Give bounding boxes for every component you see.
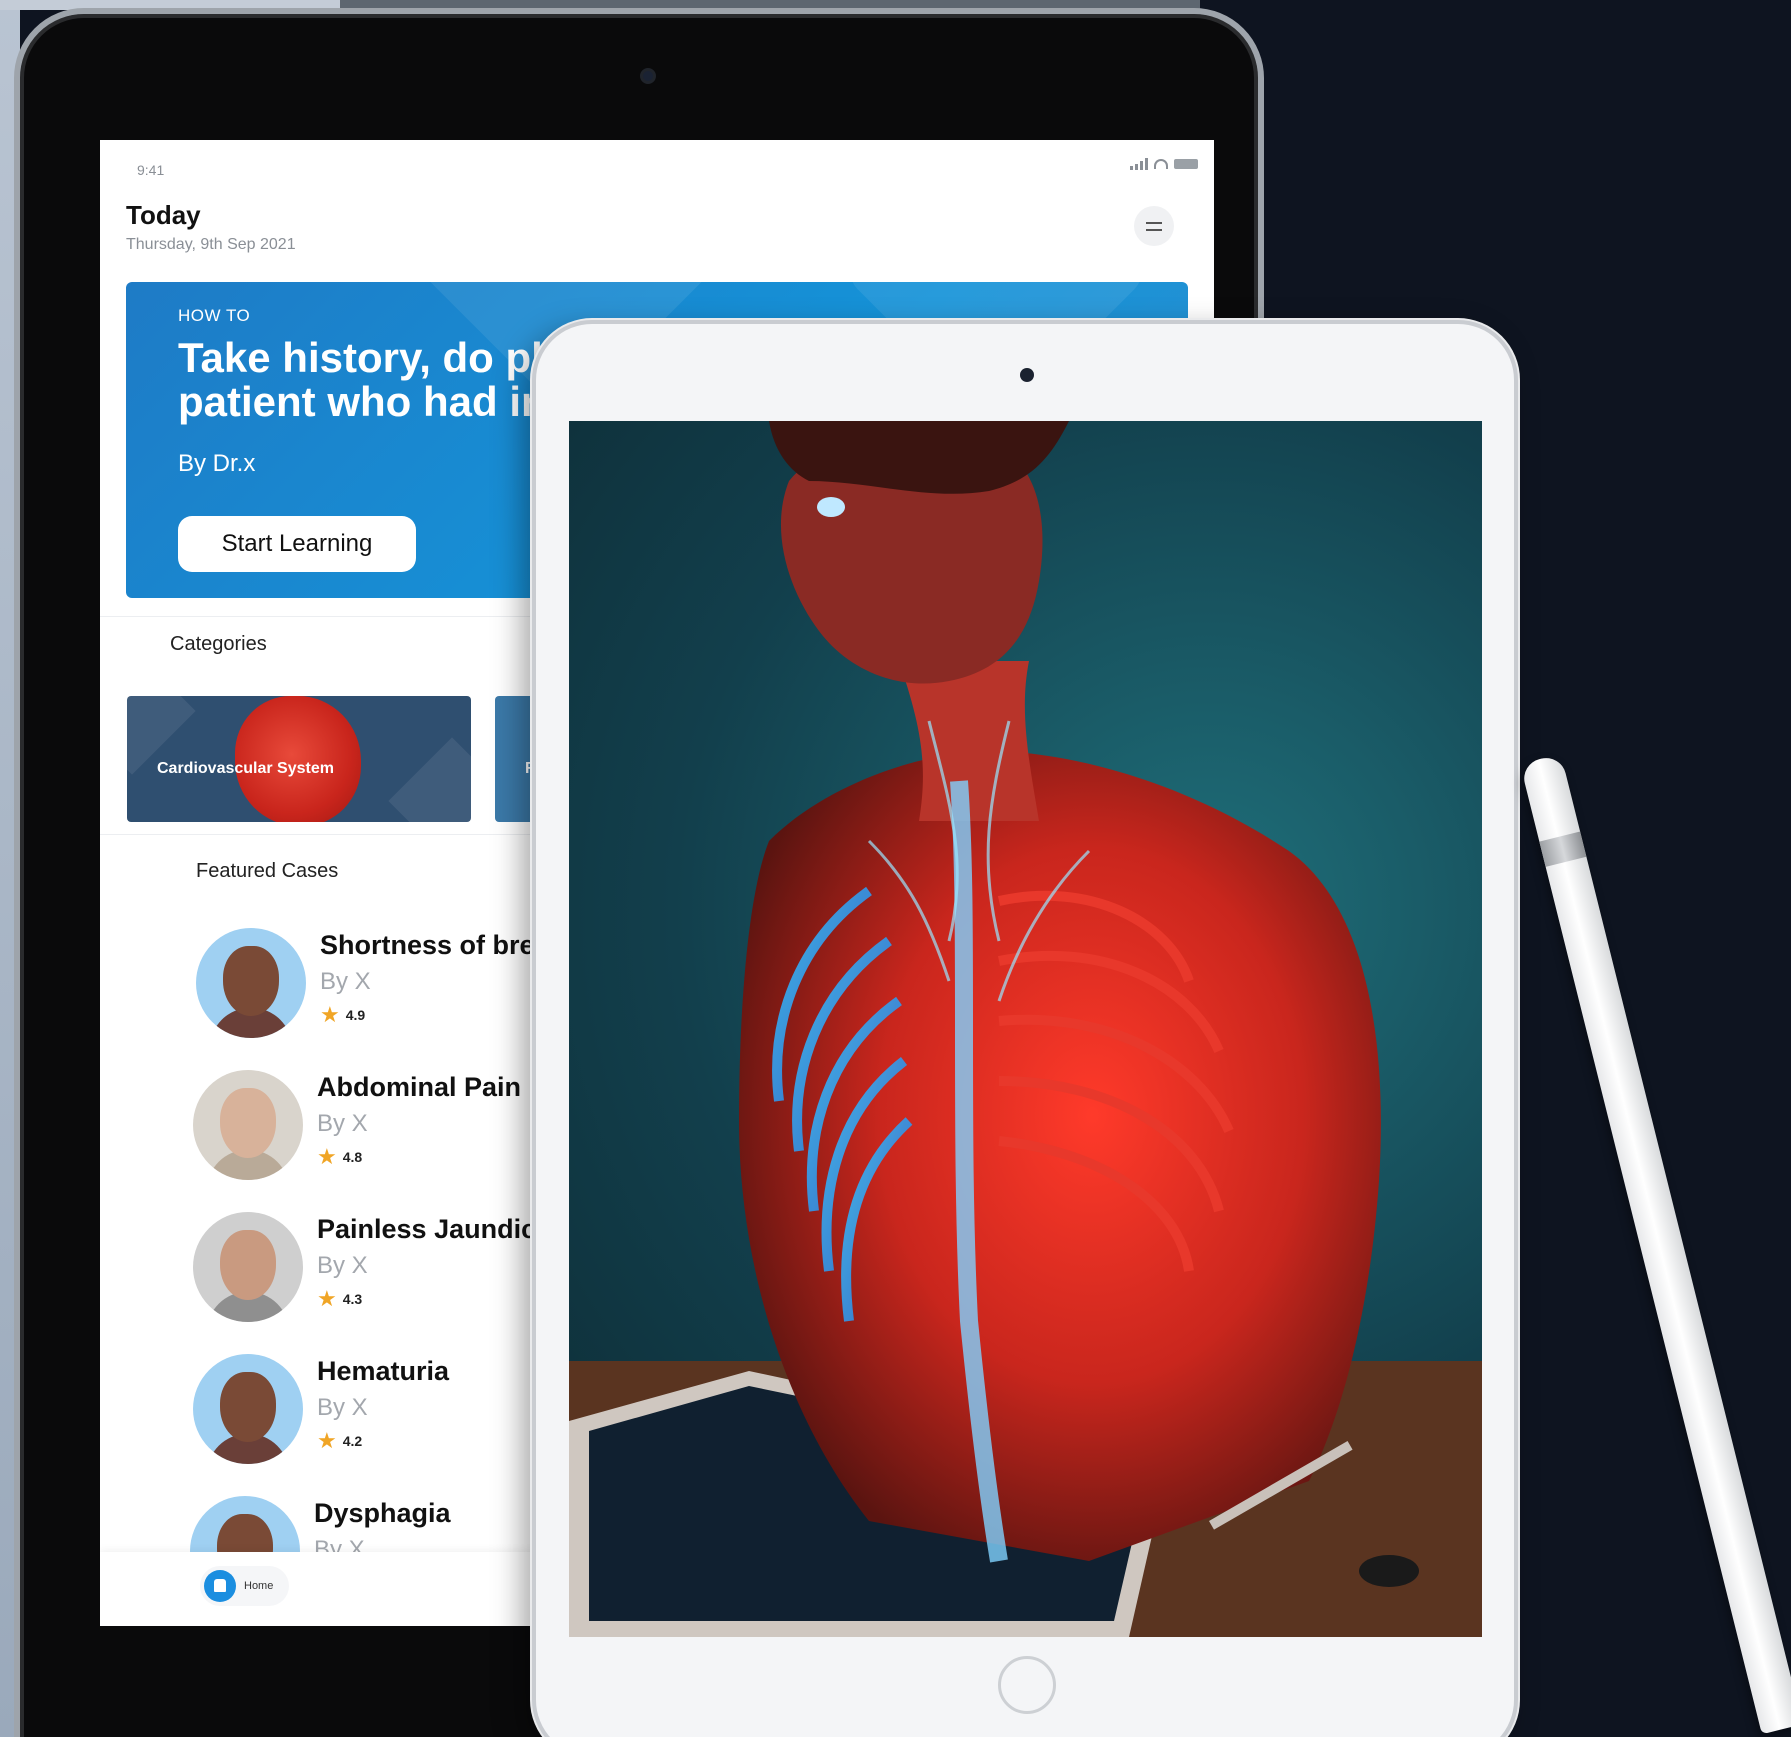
categories-heading: Categories [170, 633, 267, 655]
featured-heading: Featured Cases [196, 860, 339, 882]
avatar [196, 928, 306, 1038]
home-icon [204, 1570, 236, 1602]
anatomy-illustration [569, 421, 1482, 1637]
case-title: Painless Jaundice [317, 1214, 552, 1244]
ipad-white-device [532, 320, 1518, 1737]
status-time: 9:41 [137, 162, 165, 178]
start-learning-button[interactable]: Start Learning [178, 516, 416, 572]
anatomy-illustration-art [569, 421, 1482, 1637]
star-icon: ★ [320, 1002, 340, 1027]
case-author: By X [317, 1110, 368, 1137]
case-rating: ★ 4.3 [317, 1288, 362, 1310]
tab-home-label: Home [244, 1580, 274, 1592]
battery-icon [1174, 159, 1198, 169]
camera-icon [1020, 368, 1034, 382]
case-title: Hematuria [317, 1356, 450, 1386]
hero-author: By Dr.x [178, 450, 256, 477]
case-title: Abdominal Pain [317, 1072, 522, 1102]
case-rating: ★ 4.9 [320, 1004, 365, 1026]
case-author: By X [320, 968, 371, 995]
rating-value: 4.9 [345, 1007, 366, 1023]
tab-home[interactable]: Home [200, 1566, 290, 1606]
star-icon: ★ [317, 1144, 337, 1169]
case-title: Dysphagia [314, 1498, 451, 1528]
category-card-cardiovascular[interactable]: Cardiovascular System [127, 696, 471, 822]
menu-button[interactable] [1134, 206, 1174, 246]
case-author: By X [317, 1252, 368, 1279]
case-title: Shortness of brea [320, 930, 550, 960]
case-rating: ★ 4.8 [317, 1146, 362, 1168]
wifi-icon [1154, 159, 1168, 169]
rating-value: 4.3 [342, 1291, 363, 1307]
home-button[interactable] [998, 1656, 1056, 1714]
heart-image [235, 696, 361, 822]
avatar [193, 1354, 303, 1464]
case-rating: ★ 4.2 [317, 1430, 362, 1452]
page-title: Today [126, 200, 201, 230]
page-date: Thursday, 9th Sep 2021 [126, 236, 296, 253]
case-author: By X [317, 1394, 368, 1421]
signal-icon [1130, 158, 1148, 170]
category-label: Cardiovascular System [157, 760, 334, 777]
stylus-pencil [1520, 753, 1791, 1735]
star-icon: ★ [317, 1428, 337, 1453]
hero-kicker: HOW TO [178, 306, 251, 325]
camera-icon [640, 68, 656, 84]
menu-icon [1146, 221, 1162, 224]
rating-value: 4.2 [342, 1433, 363, 1449]
star-icon: ★ [317, 1286, 337, 1311]
rating-value: 4.8 [342, 1149, 363, 1165]
pencil-band [1539, 831, 1587, 867]
avatar [193, 1212, 303, 1322]
status-icons [1130, 158, 1198, 170]
avatar [193, 1070, 303, 1180]
